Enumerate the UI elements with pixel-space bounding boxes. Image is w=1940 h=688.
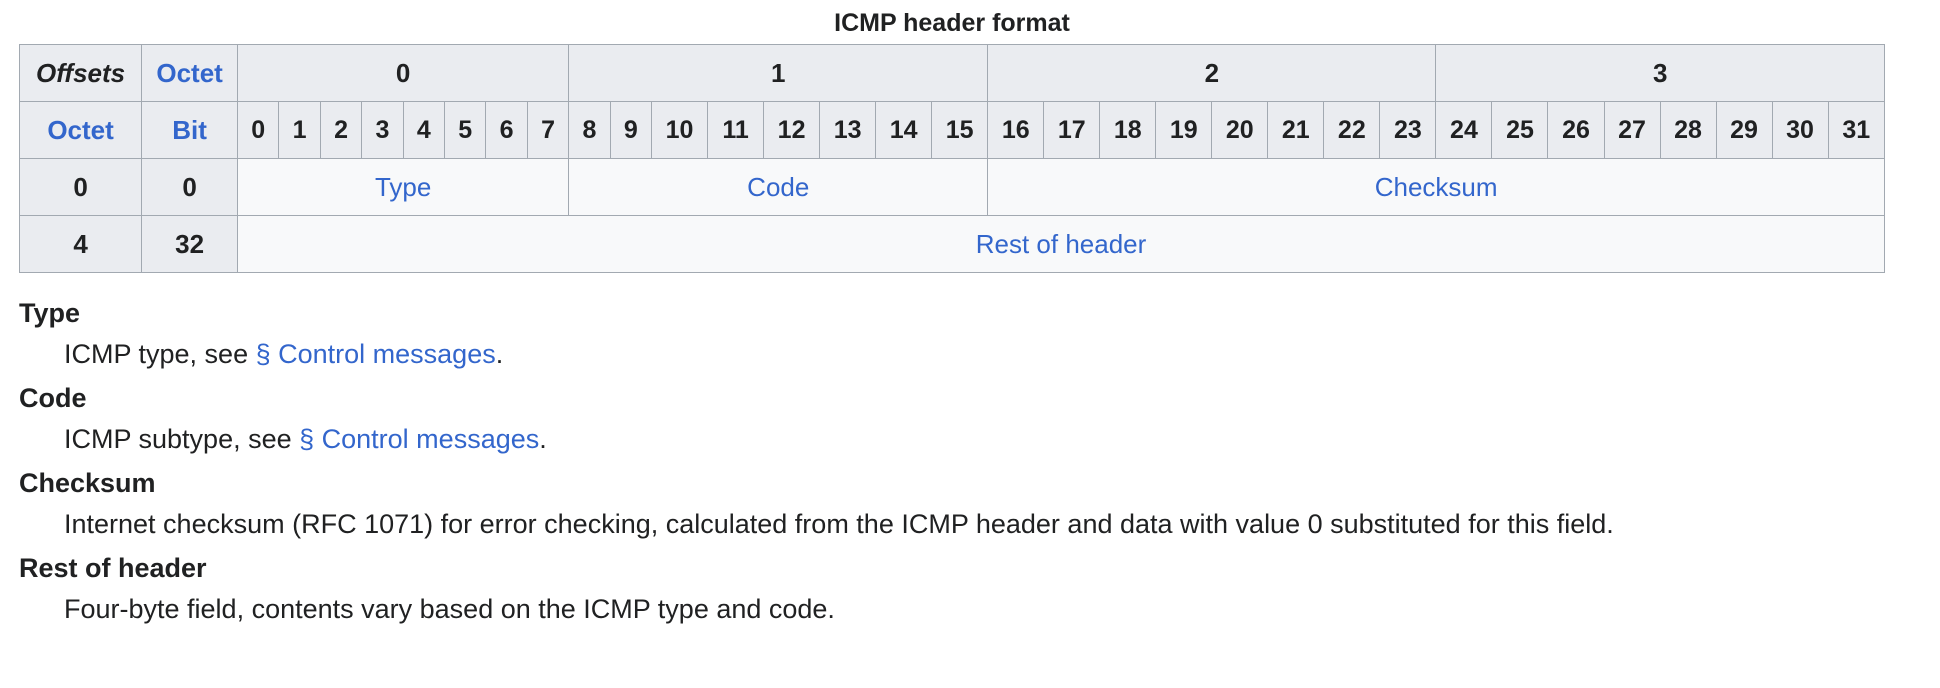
bit-header-row: Octet Bit 0 1 2 3 4 5 6 7 8 9 10 11 12 13 14 15 16 17 18 19… xyxy=(18,101,1886,159)
definition-text: Internet checksum (RFC 1071) for error c… xyxy=(64,509,1614,539)
bit-number: 18 xyxy=(1099,101,1157,159)
field-checksum-link[interactable]: Checksum xyxy=(987,158,1885,216)
bit-number: 16 xyxy=(987,101,1045,159)
definition-text: Four-byte field, contents vary based on … xyxy=(64,594,835,624)
table-row: 0 0 Type Code Checksum xyxy=(18,158,1885,216)
octet-row-link[interactable]: Octet xyxy=(18,101,143,159)
octet-corner-link[interactable]: Octet xyxy=(141,44,239,102)
definition-term: Type xyxy=(19,298,81,328)
table-caption: ICMP header format xyxy=(834,9,1070,37)
bit-number: 9 xyxy=(609,101,653,159)
octet-number: 2 xyxy=(987,44,1437,102)
bit-number: 22 xyxy=(1323,101,1381,159)
field-definitions: Type ICMP type, see § Control messages. … xyxy=(19,295,1921,629)
bit-number: 0 xyxy=(237,101,280,159)
bit-number: 2 xyxy=(319,101,363,159)
bit-number: 25 xyxy=(1491,101,1549,159)
bit-number: 23 xyxy=(1379,101,1437,159)
bit-number: 30 xyxy=(1771,101,1829,159)
bit-number: 13 xyxy=(819,101,877,159)
bit-number: 8 xyxy=(568,101,611,159)
definition-term: Rest of header xyxy=(19,553,207,583)
definition-text-before: ICMP type, see xyxy=(64,339,256,369)
definition-text-after: . xyxy=(539,424,547,454)
bit-number: 26 xyxy=(1547,101,1605,159)
definition-term: Code xyxy=(19,383,87,413)
definition-text: ICMP type, see § Control messages. xyxy=(64,334,1921,374)
octet-number: 1 xyxy=(568,44,989,102)
bit-number: 10 xyxy=(651,101,709,159)
table-row: 4 32 Rest of header xyxy=(18,215,1885,273)
octet-number: 0 xyxy=(237,44,570,102)
row-octet-offset: 4 xyxy=(18,215,143,273)
bit-number: 11 xyxy=(707,101,765,159)
bit-number: 31 xyxy=(1827,101,1886,159)
octet-number: 3 xyxy=(1435,44,1885,102)
bit-number: 3 xyxy=(361,101,404,159)
page: ICMP header format Offsets Octet 0 1 2 3… xyxy=(0,0,1940,629)
bit-number: 29 xyxy=(1715,101,1773,159)
bit-number: 5 xyxy=(443,101,487,159)
bit-number: 28 xyxy=(1659,101,1717,159)
field-code-link[interactable]: Code xyxy=(568,158,989,216)
row-octet-offset: 0 xyxy=(18,158,143,216)
bit-number: 14 xyxy=(875,101,933,159)
field-type-link[interactable]: Type xyxy=(237,158,570,216)
bit-number: 20 xyxy=(1211,101,1269,159)
field-rest-of-header-link[interactable]: Rest of header xyxy=(237,215,1885,273)
row-bit-offset: 0 xyxy=(141,158,239,216)
bit-number: 7 xyxy=(526,101,570,159)
offsets-corner-label: Offsets xyxy=(18,44,143,102)
bit-number: 21 xyxy=(1267,101,1325,159)
bit-number: 1 xyxy=(278,101,321,159)
row-bit-offset: 32 xyxy=(141,215,239,273)
octet-header-row: Offsets Octet 0 1 2 3 xyxy=(18,44,1885,102)
definition-text-after: . xyxy=(495,339,504,369)
bit-number: 19 xyxy=(1155,101,1213,159)
bit-number: 17 xyxy=(1043,101,1101,159)
bit-row-link[interactable]: Bit xyxy=(141,101,239,159)
bit-number: 4 xyxy=(402,101,446,159)
bit-number: 15 xyxy=(931,101,989,159)
control-messages-link[interactable]: § Control messages xyxy=(299,424,539,454)
definition-text-before: ICMP subtype, see xyxy=(64,424,300,454)
definition-term: Checksum xyxy=(19,468,156,498)
bit-number: 6 xyxy=(485,101,528,159)
icmp-header-table: Offsets Octet 0 1 2 3 Octet Bit 01234567… xyxy=(18,44,1886,273)
bit-number: 24 xyxy=(1435,101,1493,159)
control-messages-link[interactable]: § Control messages xyxy=(256,339,496,369)
bit-number: 27 xyxy=(1603,101,1661,159)
bit-number: 12 xyxy=(763,101,821,159)
definition-text: ICMP subtype, see § Control messages. xyxy=(64,419,1921,459)
